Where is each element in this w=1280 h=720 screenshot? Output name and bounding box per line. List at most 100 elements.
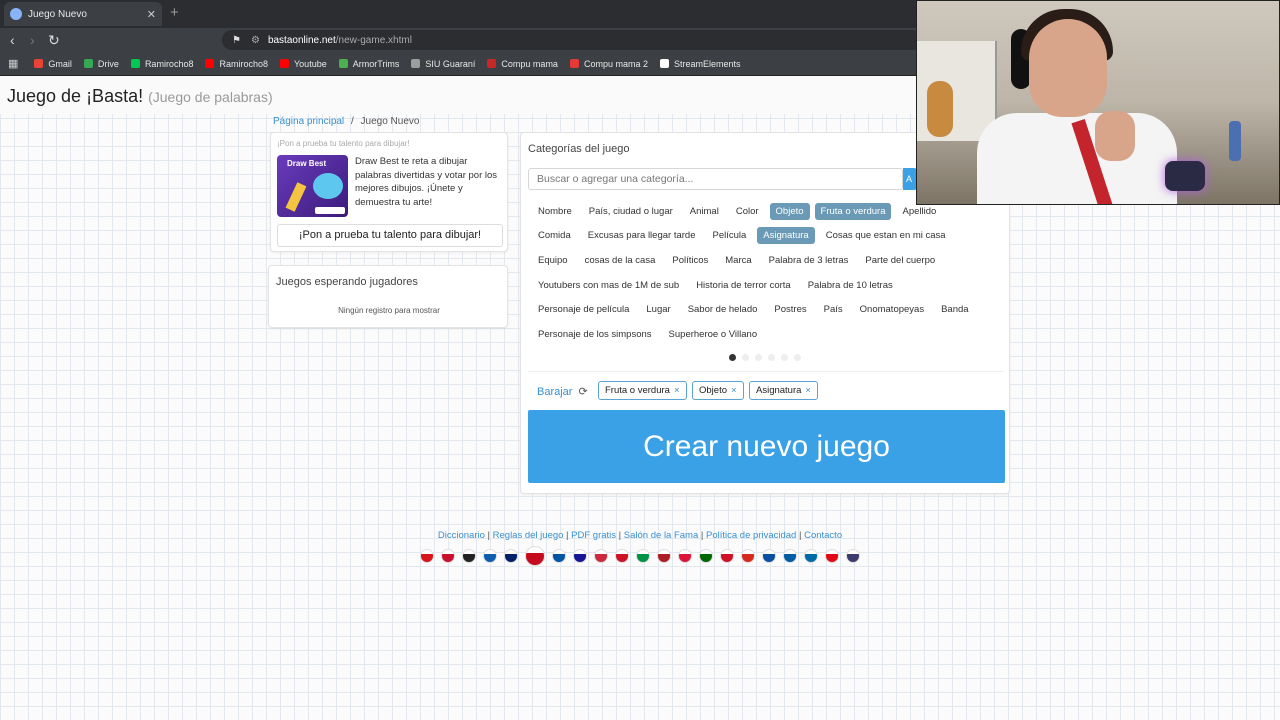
- category-chip[interactable]: Color: [730, 203, 765, 220]
- remove-tag-icon[interactable]: ×: [674, 385, 680, 396]
- language-flag-icon[interactable]: [615, 549, 629, 563]
- footer-link[interactable]: Contacto: [804, 530, 842, 541]
- category-chip[interactable]: Excusas para llegar tarde: [582, 227, 702, 244]
- language-flag-icon[interactable]: [762, 549, 776, 563]
- category-search-input[interactable]: [528, 168, 903, 190]
- draw-promo-button[interactable]: ¡Pon a prueba tu talento para dibujar!: [277, 224, 503, 247]
- language-flag-icon[interactable]: [846, 549, 860, 563]
- bookmark-item[interactable]: Compu mama: [487, 59, 558, 69]
- category-chip[interactable]: Comida: [532, 227, 577, 244]
- category-chip[interactable]: Película: [706, 227, 752, 244]
- bookmark-label: Compu mama: [501, 58, 558, 69]
- apps-grid-icon[interactable]: ▦: [8, 57, 18, 70]
- forward-icon[interactable]: ›: [30, 32, 35, 48]
- language-flag-icon[interactable]: [783, 549, 797, 563]
- language-flag-icon[interactable]: [462, 549, 476, 563]
- category-chip[interactable]: Palabra de 10 letras: [802, 277, 899, 294]
- bookmark-item[interactable]: Compu mama 2: [569, 58, 648, 69]
- category-chip[interactable]: Fruta o verdura: [814, 202, 892, 220]
- category-chip[interactable]: Postres: [768, 301, 812, 318]
- remove-tag-icon[interactable]: ×: [805, 385, 811, 396]
- new-tab-icon[interactable]: +: [170, 4, 179, 21]
- language-flag-icon[interactable]: [804, 549, 818, 563]
- category-chip[interactable]: Cosas que estan en mi casa: [820, 227, 952, 244]
- browser-tab[interactable]: Juego Nuevo ✕: [4, 2, 162, 26]
- category-chip[interactable]: Políticos: [666, 252, 714, 269]
- bookmark-item[interactable]: Drive: [83, 59, 119, 69]
- category-chip[interactable]: País: [818, 301, 849, 318]
- bookmark-item[interactable]: Gmail: [34, 59, 72, 69]
- pagination-dot[interactable]: [781, 354, 788, 361]
- category-chip[interactable]: Sabor de helado: [682, 301, 764, 318]
- draw-best-image[interactable]: Draw Best: [277, 155, 348, 217]
- bookmark-favicon-icon: [205, 59, 215, 68]
- selected-category-tag: Asignatura ×: [749, 381, 818, 400]
- language-flag-icon[interactable]: [678, 549, 692, 563]
- language-flag-icon[interactable]: [594, 549, 608, 563]
- footer-link[interactable]: Diccionario: [438, 530, 485, 541]
- category-chip[interactable]: Palabra de 3 letras: [763, 252, 855, 269]
- category-chip[interactable]: Apellido: [896, 203, 942, 220]
- footer-link[interactable]: Reglas del juego: [493, 530, 564, 541]
- pagination-dot[interactable]: [729, 354, 736, 361]
- category-chip[interactable]: Superheroe o Villano: [663, 326, 764, 343]
- category-chip[interactable]: Objeto: [769, 202, 810, 220]
- category-chip[interactable]: Nombre: [532, 203, 578, 220]
- category-chip[interactable]: Banda: [935, 301, 974, 318]
- pagination-dot[interactable]: [742, 354, 749, 361]
- footer-link[interactable]: Política de privacidad: [706, 530, 796, 541]
- language-flag-icon[interactable]: [552, 549, 566, 563]
- category-chip[interactable]: cosas de la casa: [579, 252, 662, 269]
- back-icon[interactable]: ‹: [10, 32, 15, 48]
- footer-link[interactable]: Salón de la Fama: [624, 530, 698, 541]
- language-flag-icon[interactable]: [483, 549, 497, 563]
- category-chip[interactable]: Marca: [719, 252, 757, 269]
- category-chip[interactable]: Personaje de los simpsons: [532, 326, 658, 343]
- pagination-dot[interactable]: [755, 354, 762, 361]
- category-chip[interactable]: Equipo: [532, 252, 574, 269]
- language-flag-icon[interactable]: [699, 549, 713, 563]
- address-bar[interactable]: ⚑ ⚙ bastaonline.net /new-game.xhtml: [222, 30, 922, 50]
- category-chip[interactable]: Lugar: [640, 301, 676, 318]
- category-chip[interactable]: Personaje de película: [532, 301, 635, 318]
- language-flag-icon[interactable]: [657, 549, 671, 563]
- language-flag-icon[interactable]: [573, 549, 587, 563]
- close-tab-icon[interactable]: ✕: [147, 8, 156, 21]
- bookmark-item[interactable]: Ramirocho8: [130, 59, 193, 69]
- pagination-dot[interactable]: [794, 354, 801, 361]
- bookmark-label: ArmorTrims: [352, 58, 400, 69]
- create-game-button[interactable]: Crear nuevo juego: [528, 410, 1005, 483]
- language-flag-icon[interactable]: [525, 546, 545, 566]
- site-info-icon[interactable]: ⚙: [251, 35, 260, 46]
- reload-icon[interactable]: ↻: [48, 32, 60, 48]
- category-chip[interactable]: Asignatura: [757, 227, 815, 245]
- bookmark-icon[interactable]: ⚑: [232, 35, 241, 46]
- add-category-button[interactable]: A: [903, 168, 917, 190]
- language-flag-icon[interactable]: [720, 549, 734, 563]
- language-flag-icon[interactable]: [636, 549, 650, 563]
- bookmark-item[interactable]: ArmorTrims: [338, 58, 400, 69]
- bookmark-label: Compu mama 2: [583, 58, 648, 69]
- bookmark-item[interactable]: SIU Guaraní: [411, 59, 475, 69]
- breadcrumb-home-link[interactable]: Página principal: [273, 116, 344, 127]
- pagination-dot[interactable]: [768, 354, 775, 361]
- category-chip[interactable]: Onomatopeyas: [854, 301, 930, 318]
- remove-tag-icon[interactable]: ×: [731, 385, 737, 396]
- footer-link[interactable]: PDF gratis: [571, 530, 616, 541]
- bookmark-item[interactable]: StreamElements: [659, 59, 741, 69]
- category-chip[interactable]: Animal: [684, 203, 725, 220]
- language-flag-icon[interactable]: [420, 549, 434, 563]
- shuffle-button[interactable]: Barajar ⟳: [537, 385, 588, 398]
- bookmark-item[interactable]: Ramirocho8: [205, 59, 268, 69]
- bookmark-item[interactable]: Youtube: [280, 59, 327, 69]
- language-flag-icon[interactable]: [504, 549, 518, 563]
- language-flag-icon[interactable]: [741, 549, 755, 563]
- category-chip[interactable]: Youtubers con mas de 1M de sub: [532, 277, 685, 294]
- category-chip[interactable]: Parte del cuerpo: [859, 252, 941, 269]
- language-flag-icon[interactable]: [825, 549, 839, 563]
- category-chip[interactable]: País, ciudad o lugar: [583, 203, 679, 220]
- site-title-subtitle: (Juego de palabras): [148, 89, 273, 105]
- language-flag-icon[interactable]: [441, 549, 455, 563]
- site-title-main: Juego de ¡Basta!: [7, 86, 144, 106]
- category-chip[interactable]: Historia de terror corta: [690, 277, 797, 294]
